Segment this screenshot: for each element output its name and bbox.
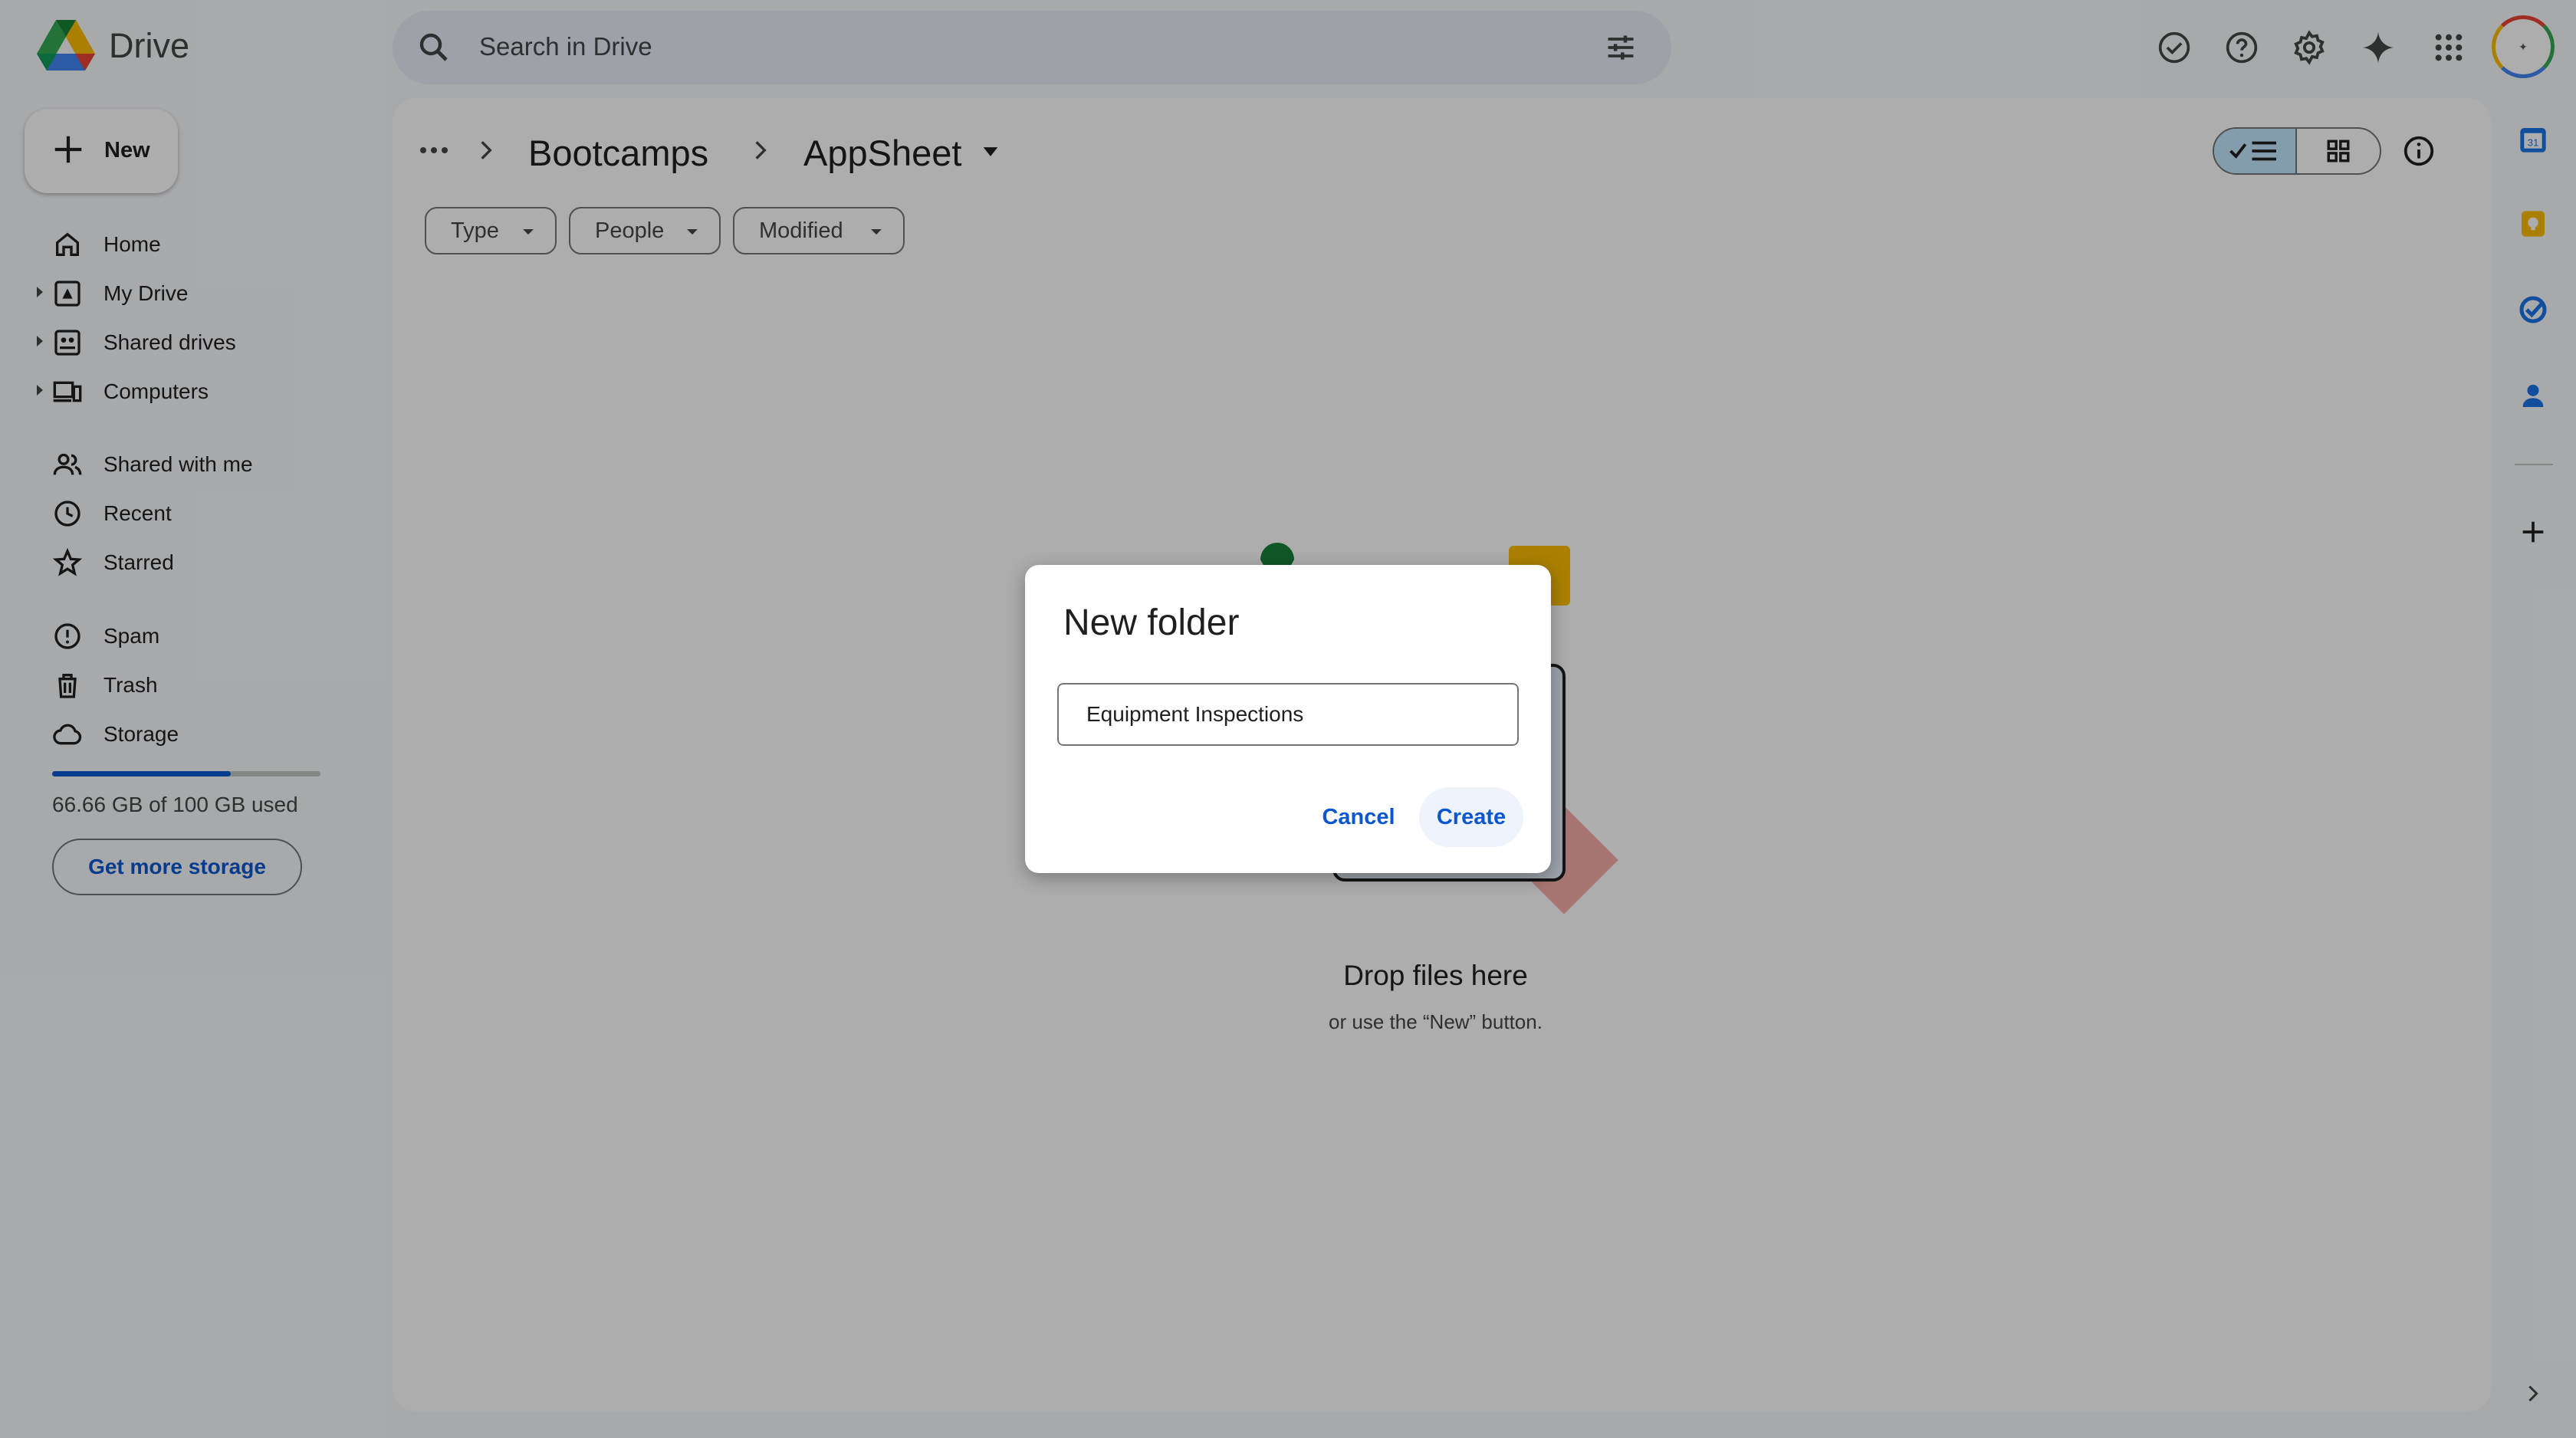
dialog-title: New folder bbox=[1063, 602, 1240, 643]
create-button[interactable]: Create bbox=[1419, 787, 1523, 847]
new-folder-dialog: New folder Equipment Inspections Cancel … bbox=[1025, 565, 1551, 873]
cancel-button[interactable]: Cancel bbox=[1307, 787, 1410, 847]
folder-name-input[interactable]: Equipment Inspections bbox=[1057, 683, 1519, 746]
